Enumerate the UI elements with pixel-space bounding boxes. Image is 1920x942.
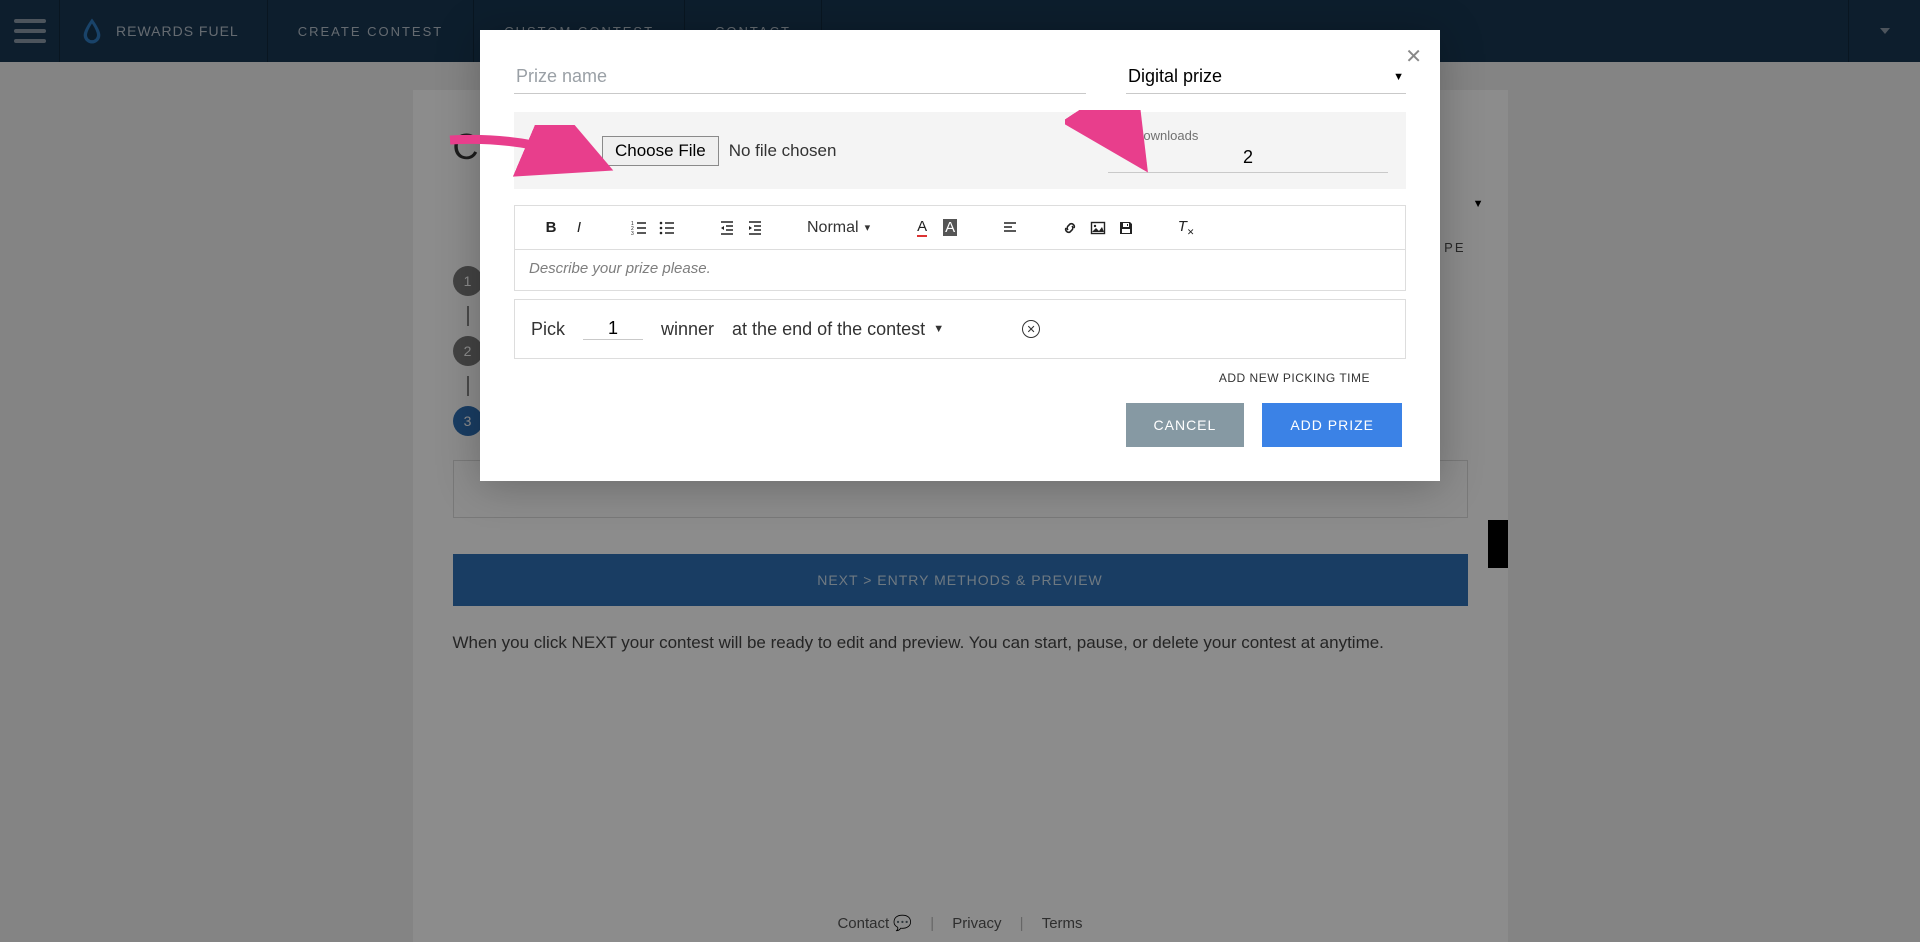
svg-text:3: 3 [631, 231, 634, 236]
chevron-down-icon: ▼ [1393, 71, 1404, 83]
outdent-button[interactable] [713, 214, 741, 242]
winner-pick-row: Pick winner at the end of the contest ▼ … [514, 299, 1406, 359]
chevron-down-icon: ▼ [933, 323, 944, 335]
add-prize-button[interactable]: ADD PRIZE [1262, 403, 1402, 447]
close-icon: ✕ [1026, 323, 1035, 336]
close-icon: ✕ [1405, 46, 1422, 68]
file-upload-bar: Choose File No file chosen Max downloads [514, 112, 1406, 189]
clear-format-button[interactable]: T✕ [1172, 214, 1200, 242]
pick-prefix: Pick [531, 319, 565, 340]
pick-mid: winner [661, 319, 714, 340]
indent-button[interactable] [741, 214, 769, 242]
editor-body[interactable]: Describe your prize please. [515, 250, 1405, 290]
prize-type-value: Digital prize [1128, 66, 1222, 87]
ordered-list-button[interactable]: 123 [625, 214, 653, 242]
winner-count-input[interactable] [583, 318, 643, 340]
align-button[interactable] [996, 214, 1024, 242]
close-button[interactable]: ✕ [1405, 44, 1422, 69]
sort-icon: ▾ [865, 221, 871, 234]
prize-description-editor: B I 123 [514, 205, 1406, 291]
highlight-button[interactable]: A [936, 214, 964, 242]
bold-button[interactable]: B [537, 214, 565, 242]
text-color-button[interactable]: A [908, 214, 936, 242]
unordered-list-button[interactable] [653, 214, 681, 242]
prize-type-select[interactable]: Digital prize ▼ [1126, 62, 1406, 94]
save-button[interactable] [1112, 214, 1140, 242]
image-button[interactable] [1084, 214, 1112, 242]
max-downloads-label: Max downloads [1108, 128, 1388, 143]
add-prize-modal: ✕ Digital prize ▼ Choose File No file ch… [480, 30, 1440, 481]
editor-toolbar: B I 123 [515, 206, 1405, 250]
file-status-text: No file chosen [729, 141, 837, 161]
heading-select[interactable]: Normal ▾ [801, 219, 876, 237]
link-button[interactable] [1056, 214, 1084, 242]
remove-pick-row-button[interactable]: ✕ [1022, 320, 1040, 338]
add-picking-time-link[interactable]: ADD NEW PICKING TIME [514, 371, 1370, 385]
choose-file-button[interactable]: Choose File [602, 136, 719, 166]
max-downloads-input[interactable] [1108, 143, 1388, 173]
cancel-button[interactable]: CANCEL [1126, 403, 1245, 447]
pick-when-select[interactable]: at the end of the contest ▼ [732, 319, 944, 340]
italic-button[interactable]: I [565, 214, 593, 242]
prize-name-input[interactable] [514, 60, 1086, 94]
